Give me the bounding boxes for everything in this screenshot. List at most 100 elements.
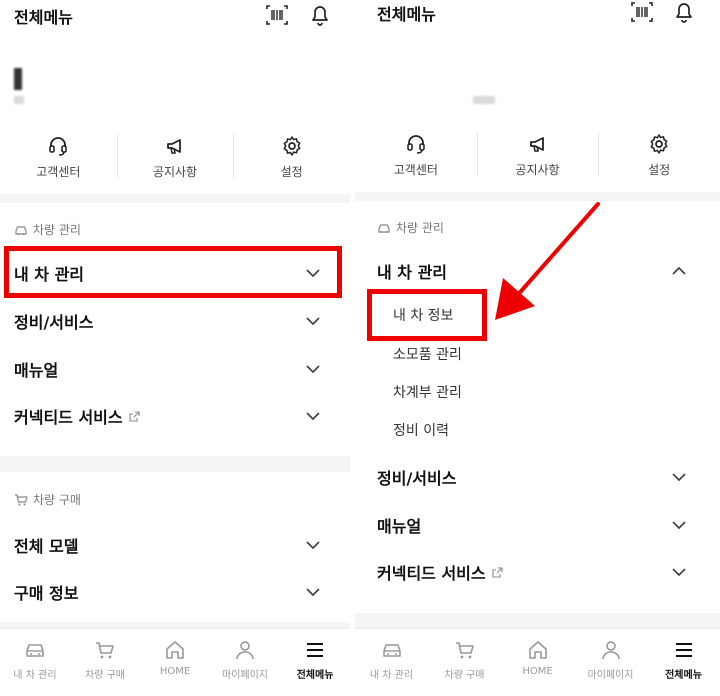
quick-menu: 고객센터 공지사항 설정 — [355, 118, 720, 192]
tab-all-menu[interactable]: 전체메뉴 — [647, 629, 720, 696]
quick-label: 설정 — [648, 162, 671, 177]
cart-icon — [455, 642, 474, 659]
profile-area — [355, 38, 720, 118]
chevron-down-icon — [306, 365, 320, 374]
page-title: 전체메뉴 — [377, 5, 436, 24]
menu-all-models[interactable]: 전체 모델 — [0, 522, 350, 568]
quick-menu: 고객센터 공지사항 설정 — [0, 120, 350, 194]
section-header: 차량 관리 — [14, 221, 81, 238]
hamburger-icon — [675, 643, 692, 657]
menu-label: 정비/서비스 — [14, 313, 94, 332]
quick-notice[interactable]: 공지사항 — [116, 120, 234, 194]
right-screen: 전체메뉴 고객센터 공지사항 설정 차량 관리 내 차 관리 내 차 정보 소모… — [355, 0, 720, 696]
quick-label: 설정 — [280, 164, 303, 179]
barcode-icon[interactable] — [264, 2, 290, 28]
car-management-section: 차량 관리 내 차 관리 정비/서비스 매뉴얼 커넥티드 서비스 — [0, 203, 350, 456]
tab-label: 전체메뉴 — [665, 670, 702, 681]
quick-settings[interactable]: 설정 — [233, 120, 350, 194]
tab-purchase[interactable]: 차량 구매 — [428, 629, 501, 696]
headset-icon — [407, 134, 425, 154]
menu-connected-service[interactable]: 커넥티드 서비스 — [0, 393, 350, 439]
chevron-down-icon — [306, 317, 320, 326]
left-screen: 전체메뉴 고객센터 공지사항 설정 차량 관리 내 차 관리 정비/서비스 매뉴… — [0, 0, 350, 696]
app-header: 전체메뉴 — [355, 0, 720, 38]
tab-label: 내 차 관리 — [13, 670, 57, 681]
tab-label: HOME — [159, 666, 191, 677]
submenu-label: 정비 이력 — [393, 423, 449, 439]
submenu-car-ledger[interactable]: 차계부 관리 — [393, 377, 462, 407]
highlight-box-my-car-info — [367, 289, 487, 341]
hamburger-icon — [307, 643, 323, 657]
section-title: 차량 관리 — [396, 221, 444, 235]
menu-label: 커넥티드 서비스 — [377, 564, 486, 583]
quick-label: 고객센터 — [393, 162, 438, 177]
bell-icon[interactable] — [307, 2, 333, 28]
car-icon — [382, 644, 401, 657]
quick-label: 공지사항 — [515, 162, 560, 177]
submenu-label: 차계부 관리 — [393, 385, 462, 401]
car-purchase-section: 차량 구매 전체 모델 구매 정보 — [0, 472, 350, 622]
quick-notice[interactable]: 공지사항 — [476, 118, 599, 192]
bell-icon[interactable] — [671, 0, 697, 25]
submenu-label: 소모품 관리 — [393, 347, 462, 363]
home-icon — [166, 641, 184, 659]
quick-label: 공지사항 — [152, 164, 198, 179]
bottom-tab-bar: 내 차 관리 차량 구매 HOME 마이페이지 전체메뉴 — [355, 628, 720, 696]
tab-mypage[interactable]: 마이페이지 — [210, 629, 280, 696]
menu-label: 매뉴얼 — [377, 517, 422, 536]
tab-my-car[interactable]: 내 차 관리 — [355, 629, 428, 696]
menu-label: 정비/서비스 — [377, 469, 457, 488]
menu-manual[interactable]: 매뉴얼 — [355, 502, 720, 548]
highlight-box-my-car — [4, 246, 342, 298]
menu-label: 전체 모델 — [14, 537, 79, 556]
tab-mypage[interactable]: 마이페이지 — [574, 629, 647, 696]
headset-icon — [49, 136, 68, 156]
bottom-tab-bar: 내 차 관리 차량 구매 HOME 마이페이지 전체메뉴 — [0, 628, 350, 696]
car-icon — [26, 644, 44, 657]
menu-label: 매뉴얼 — [14, 361, 59, 380]
submenu-consumables[interactable]: 소모품 관리 — [393, 339, 462, 369]
tab-purchase[interactable]: 차량 구매 — [70, 629, 140, 696]
menu-label: 커넥티드 서비스 — [14, 408, 123, 427]
chevron-down-icon — [672, 473, 686, 482]
menu-connected-service[interactable]: 커넥티드 서비스 — [355, 549, 720, 595]
car-icon — [15, 225, 27, 235]
submenu-maintenance-history[interactable]: 정비 이력 — [393, 415, 449, 445]
chevron-down-icon — [672, 568, 686, 577]
section-title: 차량 구매 — [33, 493, 81, 507]
cart-icon — [96, 642, 114, 659]
tab-label: 차량 구매 — [444, 670, 485, 681]
menu-label: 구매 정보 — [14, 584, 79, 603]
menu-label: 내 차 관리 — [377, 263, 448, 282]
tab-home[interactable]: HOME — [501, 629, 574, 696]
person-icon — [601, 641, 620, 660]
external-link-icon — [492, 566, 503, 578]
quick-customer-center[interactable]: 고객센터 — [355, 118, 477, 192]
chevron-down-icon — [306, 588, 320, 597]
profile-detail-masked — [14, 96, 24, 104]
quick-label: 고객센터 — [36, 164, 81, 179]
menu-purchase-info[interactable]: 구매 정보 — [0, 569, 350, 615]
gear-icon — [283, 135, 301, 156]
quick-settings[interactable]: 설정 — [598, 118, 720, 192]
person-icon — [236, 641, 254, 660]
barcode-icon[interactable] — [629, 0, 655, 25]
megaphone-icon — [529, 136, 544, 152]
quick-customer-center[interactable]: 고객센터 — [0, 120, 117, 194]
menu-maintenance[interactable]: 정비/서비스 — [0, 298, 350, 344]
app-header: 전체메뉴 — [0, 0, 350, 40]
tab-label: 마이페이지 — [587, 670, 634, 681]
megaphone-icon — [167, 138, 181, 154]
tab-all-menu[interactable]: 전체메뉴 — [280, 629, 350, 696]
home-icon — [528, 641, 547, 659]
menu-manual[interactable]: 매뉴얼 — [0, 346, 350, 392]
tab-my-car[interactable]: 내 차 관리 — [0, 629, 70, 696]
profile-detail-masked — [473, 96, 495, 104]
menu-maintenance[interactable]: 정비/서비스 — [355, 454, 720, 500]
tab-home[interactable]: HOME — [140, 629, 210, 696]
tab-label: 내 차 관리 — [369, 670, 414, 681]
tab-label: 마이페이지 — [222, 670, 268, 681]
tab-label: 차량 구매 — [85, 670, 125, 681]
tab-label: HOME — [522, 666, 553, 677]
cart-icon — [15, 493, 28, 505]
